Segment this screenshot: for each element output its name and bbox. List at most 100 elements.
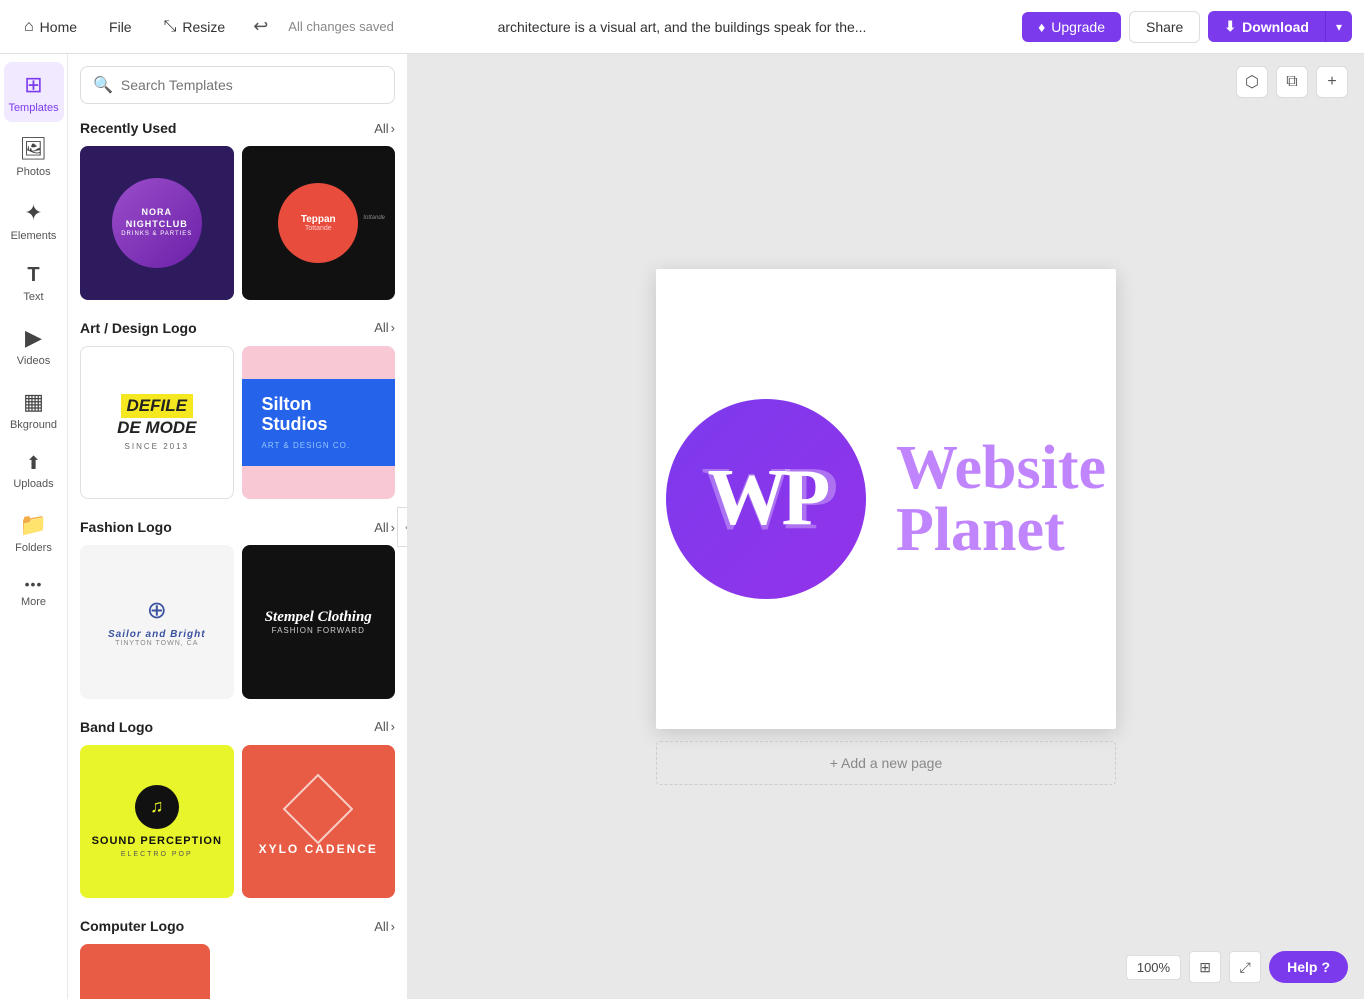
grid-icon: ⊞ [1199, 959, 1211, 976]
search-bar: 🔍 [80, 66, 395, 104]
band-logo-all-button[interactable]: All › [374, 719, 395, 734]
computer-logo-all-button[interactable]: All › [374, 919, 395, 934]
art-design-grid: defile de mode SINCE 2013 Silton Studios… [80, 346, 395, 500]
document-title: architecture is a visual art, and the bu… [498, 19, 867, 35]
home-button[interactable]: ⌂ Home [12, 12, 89, 42]
sidebar-templates-label: Templates [8, 102, 58, 114]
template-computer-1[interactable] [80, 944, 210, 999]
fashion-logo-all-label: All [374, 520, 388, 535]
computer-logo-header: Computer Logo All › [80, 918, 395, 934]
fashion-logo-grid: ⊕ Sailor and Bright TINYTON TOWN, CA Ste… [80, 545, 395, 699]
add-page-button[interactable]: + Add a new page [656, 741, 1116, 785]
sidebar-item-videos[interactable]: ▶ Videos [4, 315, 64, 375]
defile-sub: SINCE 2013 [117, 442, 196, 451]
silton-sub: ART & DESIGN CO. [262, 441, 376, 450]
recently-used-all-button[interactable]: All › [374, 121, 395, 136]
fashion-logo-title: Fashion Logo [80, 519, 172, 535]
art-design-all-button[interactable]: All › [374, 320, 395, 335]
canvas-wrapper: WP WP Website Planet + Add a new page [656, 269, 1116, 785]
stempel-sub: FASHION FORWARD [265, 626, 372, 635]
download-label: Download [1242, 19, 1309, 35]
recently-used-grid: NORA NIGHTCLUB DRINKS & PARTIES Teppan T… [80, 146, 395, 300]
sidebar-item-background[interactable]: ▦ Bkground [4, 379, 64, 439]
logo-text-part: Website Planet [896, 437, 1106, 561]
canvas-page[interactable]: WP WP Website Planet [656, 269, 1116, 729]
share-button[interactable]: Share [1129, 11, 1200, 43]
sidebar-videos-label: Videos [17, 355, 50, 367]
computer-logo-section: Computer Logo All › [80, 918, 395, 999]
resize-button[interactable]: ⤡ Resize [152, 12, 238, 42]
defile-highlight: defile [121, 394, 193, 418]
sidebar-item-photos[interactable]: 🖼 Photos [4, 126, 64, 186]
nora-line2: NIGHTCLUB [121, 219, 192, 231]
more-icon: ••• [25, 576, 43, 592]
undo-button[interactable]: ↩ [245, 10, 276, 43]
bottom-controls: 100% ⊞ ⤢ Help ? [1126, 951, 1348, 983]
template-defile[interactable]: defile de mode SINCE 2013 [80, 346, 234, 500]
sidebar-item-text[interactable]: T Text [4, 254, 64, 311]
help-button[interactable]: Help ? [1269, 951, 1348, 983]
art-design-section: Art / Design Logo All › defile de mode S… [80, 320, 395, 500]
art-design-header: Art / Design Logo All › [80, 320, 395, 336]
silton-inner: Silton Studios ART & DESIGN CO. [242, 379, 396, 466]
template-teppan[interactable]: Teppan Tottande tottande [242, 146, 396, 300]
chevron-right-icon: › [391, 320, 395, 335]
fashion-logo-all-button[interactable]: All › [374, 520, 395, 535]
sidebar-text-label: Text [23, 291, 43, 303]
teppan-tagline: tottande [363, 215, 385, 221]
template-sailor[interactable]: ⊕ Sailor and Bright TINYTON TOWN, CA [80, 545, 234, 699]
sidebar-icons: ⊞ Templates 🖼 Photos ✦ Elements T Text ▶… [0, 54, 68, 999]
sidebar-elements-label: Elements [11, 230, 57, 242]
sidebar-item-templates[interactable]: ⊞ Templates [4, 62, 64, 122]
download-group: ⬇ Download ▾ [1208, 11, 1352, 42]
crown-icon: ♦ [1038, 19, 1045, 35]
template-nora[interactable]: NORA NIGHTCLUB DRINKS & PARTIES [80, 146, 234, 300]
recently-used-title: Recently Used [80, 120, 176, 136]
logo-brand-line1: Website [896, 437, 1106, 499]
file-button[interactable]: File [97, 13, 144, 41]
sidebar-item-more[interactable]: ••• More [4, 566, 64, 616]
stempel-text: Stempel Clothing FASHION FORWARD [265, 609, 372, 635]
saved-status: All changes saved [288, 19, 394, 34]
logo-circle: WP WP [666, 399, 866, 599]
search-input[interactable] [121, 77, 382, 93]
search-icon: 🔍 [93, 75, 113, 95]
chevron-right-icon: › [391, 121, 395, 136]
band-logo-all-label: All [374, 719, 388, 734]
zoom-level: 100% [1126, 955, 1181, 980]
upgrade-label: Upgrade [1051, 19, 1105, 35]
upgrade-button[interactable]: ♦ Upgrade [1022, 12, 1121, 42]
duplicate-tool-button[interactable]: ⧉ [1276, 66, 1308, 98]
crop-tool-button[interactable]: ⬡ [1236, 66, 1268, 98]
background-icon: ▦ [23, 389, 44, 415]
help-symbol: ? [1321, 959, 1330, 975]
xylo-main: XYLO CADENCE [259, 842, 378, 858]
collapse-panel-handle[interactable]: ‹ [397, 507, 408, 547]
grid-view-button[interactable]: ⊞ [1189, 951, 1221, 983]
template-sound[interactable]: ♫ SOUND PERCEPTION ELECTRO POP [80, 745, 234, 899]
sidebar-uploads-label: Uploads [13, 478, 53, 490]
sidebar-item-folders[interactable]: 📁 Folders [4, 502, 64, 562]
videos-icon: ▶ [25, 325, 42, 351]
templates-icon: ⊞ [24, 72, 42, 98]
template-stempel[interactable]: Stempel Clothing FASHION FORWARD [242, 545, 396, 699]
fullscreen-button[interactable]: ⤢ [1229, 951, 1261, 983]
download-chevron-button[interactable]: ▾ [1325, 11, 1352, 42]
template-xylo[interactable]: XYLO CADENCE [242, 745, 396, 899]
nora-circle: NORA NIGHTCLUB DRINKS & PARTIES [112, 178, 202, 268]
sidebar-item-uploads[interactable]: ⬆ Uploads [4, 443, 64, 498]
templates-panel: 🔍 Recently Used All › NORA NIGHTCLUB [68, 54, 408, 999]
add-tool-button[interactable]: + [1316, 66, 1348, 98]
teppan-circle: Teppan Tottande [278, 183, 358, 263]
sailor-icon: ⊕ [147, 596, 167, 625]
fashion-logo-header: Fashion Logo All › [80, 519, 395, 535]
template-silton[interactable]: Silton Studios ART & DESIGN CO. [242, 346, 396, 500]
elements-icon: ✦ [24, 200, 42, 226]
nora-line3: DRINKS & PARTIES [121, 231, 192, 239]
art-design-title: Art / Design Logo [80, 320, 197, 336]
photos-icon: 🖼 [20, 136, 48, 162]
fashion-logo-section: Fashion Logo All › ⊕ Sailor and Bright T… [80, 519, 395, 699]
sidebar-folders-label: Folders [15, 542, 52, 554]
download-button[interactable]: ⬇ Download [1208, 11, 1325, 42]
sidebar-item-elements[interactable]: ✦ Elements [4, 190, 64, 250]
